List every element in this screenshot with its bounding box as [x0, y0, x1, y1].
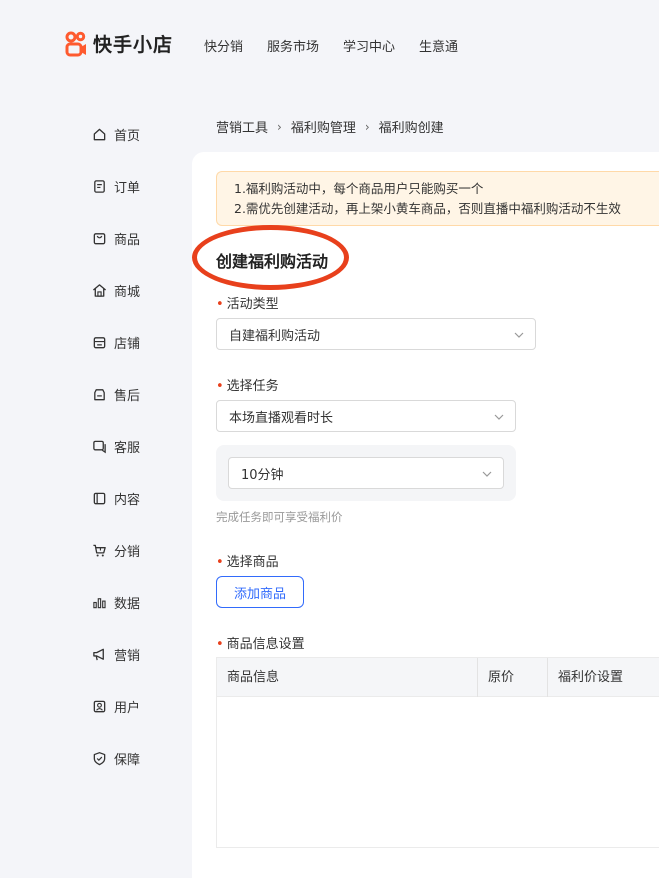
sidebar-item-product[interactable]: 商品 [92, 228, 140, 248]
mall-icon [92, 283, 107, 298]
content-icon [92, 491, 107, 506]
activity-type-value: 自建福利购活动 [229, 328, 321, 344]
sidebar-item-customer-service[interactable]: 客服 [92, 436, 140, 456]
task-hint: 完成任务即可享受福利价 [216, 510, 343, 524]
column-header-original-price: 原价 [477, 658, 547, 697]
sidebar-item-home[interactable]: 首页 [92, 124, 140, 144]
column-header-welfare-price: 福利价设置 [547, 658, 659, 697]
sidebar-item-label: 内容 [114, 492, 141, 508]
duration-value: 10分钟 [241, 467, 284, 483]
sidebar-item-content[interactable]: 内容 [92, 488, 140, 508]
table-header: 商品信息 原价 福利价设置 [217, 658, 659, 697]
sidebar-item-label: 数据 [114, 596, 141, 612]
top-nav: 快分销 服务市场 学习中心 生意通 [204, 36, 482, 55]
customer-service-icon [92, 439, 107, 454]
breadcrumb-welfare-management[interactable]: 福利购管理 [291, 117, 356, 136]
sidebar-item-label: 首页 [114, 128, 141, 144]
sidebar-item-label: 用户 [114, 700, 141, 716]
breadcrumb: 营销工具 › 福利购管理 › 福利购创建 [216, 117, 444, 137]
sidebar-item-label: 订单 [114, 180, 141, 196]
breadcrumb-welfare-create: 福利购创建 [378, 121, 444, 136]
product-info-table: 商品信息 原价 福利价设置 [216, 657, 659, 848]
sidebar-item-label: 售后 [114, 388, 141, 404]
notice-line-1: 1.福利购活动中，每个商品用户只能购买一个 [234, 181, 484, 196]
topnav-service-market[interactable]: 服务市场 [267, 36, 319, 55]
order-icon [92, 179, 107, 194]
annotation-circle [192, 225, 349, 290]
product-label-text: 选择商品 [226, 555, 279, 570]
distribution-icon [92, 543, 107, 558]
sidebar-item-distribution[interactable]: 分销 [92, 540, 140, 560]
sidebar-item-label: 商城 [114, 284, 141, 300]
sidebar-item-label: 店铺 [114, 336, 141, 352]
duration-select[interactable]: 10分钟 [228, 457, 504, 489]
notice-line-2: 2.需优先创建活动，再上架小黄车商品，否则直播中福利购活动不生效 [234, 201, 621, 216]
sidebar-item-marketing[interactable]: 营销 [92, 644, 140, 664]
shield-icon [92, 751, 107, 766]
column-header-product-info: 商品信息 [227, 670, 280, 685]
sidebar-item-label: 商品 [114, 232, 141, 248]
topnav-learning-center[interactable]: 学习中心 [343, 36, 395, 55]
sidebar-item-store[interactable]: 店铺 [92, 332, 140, 352]
sidebar-item-aftersale[interactable]: 售后 [92, 384, 140, 404]
sidebar-item-label: 分销 [114, 544, 141, 560]
chevron-right-icon: › [277, 119, 282, 134]
kuaishou-logo-icon [65, 31, 86, 56]
sidebar-item-data[interactable]: 数据 [92, 592, 140, 612]
data-icon [92, 595, 107, 610]
task-select[interactable]: 本场直播观看时长 [216, 400, 516, 432]
product-info-label: • 商品信息设置 [216, 633, 305, 652]
required-marker: • [216, 379, 224, 394]
brand-name: 快手小店 [93, 34, 174, 56]
top-header: 快手小店 快分销 服务市场 学习中心 生意通 [0, 0, 659, 90]
chevron-down-icon [493, 411, 505, 423]
marketing-icon [92, 647, 107, 662]
product-info-label-text: 商品信息设置 [226, 637, 305, 652]
user-icon [92, 699, 107, 714]
aftersale-icon [92, 387, 107, 402]
activity-type-select[interactable]: 自建福利购活动 [216, 318, 536, 350]
task-label-text: 选择任务 [226, 379, 279, 394]
sidebar-item-user[interactable]: 用户 [92, 696, 140, 716]
sidebar-item-order[interactable]: 订单 [92, 176, 140, 196]
required-marker: • [216, 297, 224, 312]
chevron-right-icon: › [364, 119, 370, 134]
sidebar-item-label: 保障 [114, 752, 141, 768]
breadcrumb-marketing-tools[interactable]: 营销工具 [216, 117, 268, 136]
activity-type-label-text: 活动类型 [226, 297, 279, 312]
product-icon [92, 231, 107, 246]
required-marker: • [216, 555, 224, 570]
activity-type-label: • 活动类型 [216, 293, 279, 312]
task-value: 本场直播观看时长 [229, 410, 334, 426]
product-label: • 选择商品 [216, 551, 279, 570]
store-icon [92, 335, 107, 350]
required-marker: • [216, 637, 224, 652]
add-product-button[interactable]: 添加商品 [216, 576, 304, 608]
sidebar-item-label: 客服 [114, 440, 141, 456]
chevron-down-icon [513, 329, 525, 341]
topnav-kuaifenxiao[interactable]: 快分销 [204, 36, 243, 55]
topnav-shengyitong[interactable]: 生意通 [419, 36, 458, 55]
sidebar-item-guarantee[interactable]: 保障 [92, 748, 140, 768]
home-icon [92, 127, 107, 142]
task-label: • 选择任务 [216, 375, 279, 394]
notice-banner: 1.福利购活动中，每个商品用户只能购买一个 2.需优先创建活动，再上架小黄车商品… [216, 171, 659, 226]
chevron-down-icon [481, 468, 493, 480]
sidebar-item-label: 营销 [114, 648, 141, 664]
brand-logo[interactable]: 快手小店 [64, 30, 173, 57]
sidebar-item-mall[interactable]: 商城 [92, 280, 140, 300]
